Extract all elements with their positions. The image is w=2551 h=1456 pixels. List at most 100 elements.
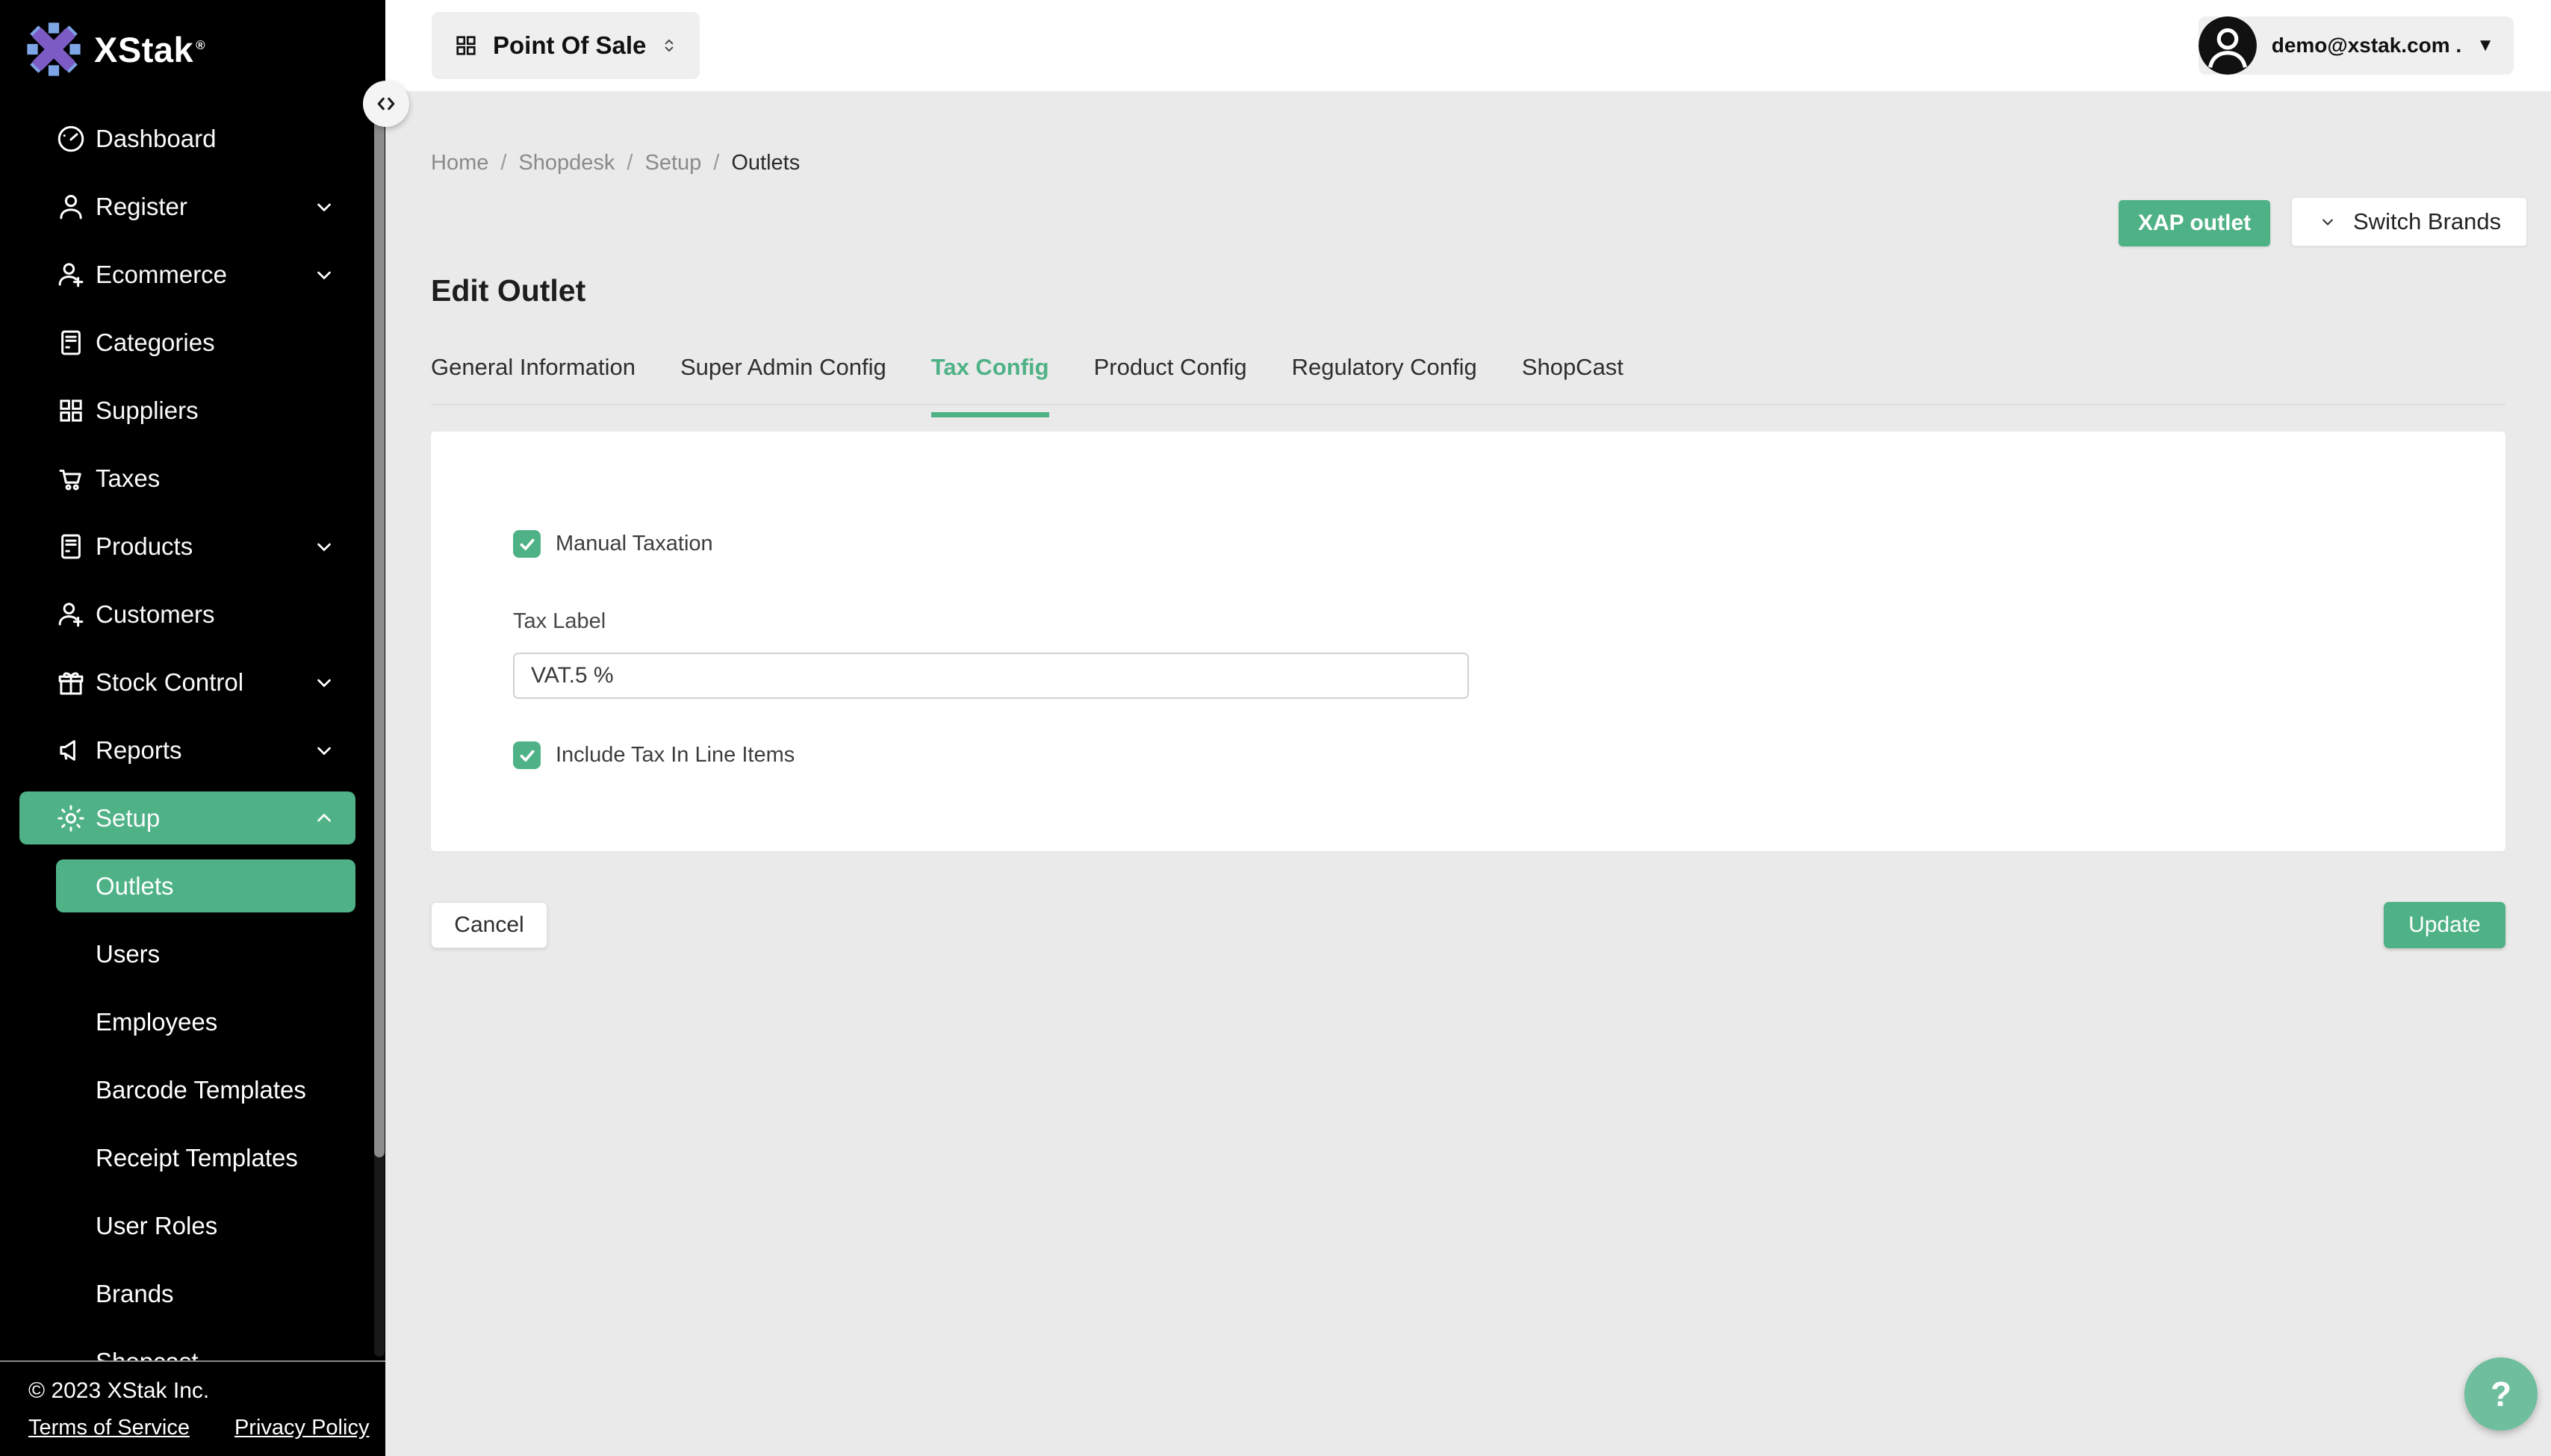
registered-mark: ® — [196, 38, 205, 52]
sidebar-item-dashboard[interactable]: Dashboard — [0, 105, 385, 172]
sidebar-item-categories[interactable]: Categories — [0, 308, 385, 376]
edit-outlet-page: { "colors": { "accent_green": "#4FB286",… — [0, 0, 2551, 1456]
breadcrumb-current-outlets: Outlets — [731, 151, 800, 175]
include-tax-label: Include Tax In Line Items — [556, 743, 795, 768]
sidebar-item-employees[interactable]: Employees — [0, 988, 385, 1056]
help-button[interactable]: ? — [2464, 1357, 2538, 1431]
sidebar-item-outlets[interactable]: Outlets — [0, 852, 385, 920]
sidebar-item-reports[interactable]: Reports — [0, 716, 385, 784]
tab-regulatory-config[interactable]: Regulatory Config — [1292, 354, 1477, 417]
sidebar-item-brands[interactable]: Brands — [0, 1260, 385, 1328]
sidebar: XStak® Dashboard Register Ecommerce — [0, 0, 385, 1456]
app-switcher-button[interactable]: Point Of Sale — [432, 12, 700, 79]
manual-taxation-label: Manual Taxation — [556, 532, 713, 556]
breadcrumb-home[interactable]: Home — [431, 151, 488, 175]
privacy-policy-link[interactable]: Privacy Policy — [234, 1416, 370, 1440]
brand-logo[interactable]: XStak® — [25, 21, 205, 78]
sidebar-item-label: Ecommerce — [96, 261, 227, 289]
page-title: Edit Outlet — [431, 273, 585, 308]
breadcrumb: Home / Shopdesk / Setup / Outlets — [431, 151, 800, 175]
tab-product-config[interactable]: Product Config — [1094, 354, 1247, 417]
sidebar-item-register[interactable]: Register — [0, 172, 385, 240]
user-icon — [55, 191, 87, 223]
sidebar-item-label: Dashboard — [96, 125, 216, 153]
tab-tax-config[interactable]: Tax Config — [931, 354, 1049, 417]
chevron-up-icon — [311, 805, 338, 832]
caret-down-icon: ▼ — [2476, 35, 2494, 56]
outlet-status-badge: XAP outlet — [2119, 200, 2270, 246]
breadcrumb-separator: / — [500, 151, 506, 175]
user-plus-icon — [55, 259, 87, 290]
checkmark-icon — [518, 746, 537, 765]
cancel-button[interactable]: Cancel — [431, 902, 547, 948]
breadcrumb-separator: / — [627, 151, 633, 175]
tab-bar-divider — [431, 404, 2505, 405]
tab-shopcast[interactable]: ShopCast — [1522, 354, 1623, 417]
sidebar-item-label: Categories — [96, 329, 215, 357]
sidebar-subitem-label: Receipt Templates — [96, 1144, 298, 1172]
sidebar-nav: Dashboard Register Ecommerce Categories — [0, 105, 385, 1396]
sidebar-item-label: Taxes — [96, 464, 160, 493]
sidebar-item-label: Customers — [96, 600, 215, 629]
chevron-down-icon — [311, 737, 338, 764]
sidebar-item-label: Reports — [96, 736, 182, 765]
sidebar-item-products[interactable]: Products — [0, 512, 385, 580]
switch-brands-button[interactable]: Switch Brands — [2291, 197, 2527, 246]
chevron-down-icon — [311, 669, 338, 696]
breadcrumb-separator: / — [713, 151, 719, 175]
update-button[interactable]: Update — [2384, 902, 2505, 948]
sidebar-item-taxes[interactable]: Taxes — [0, 444, 385, 512]
sidebar-item-label: Stock Control — [96, 668, 243, 697]
tax-config-panel: Manual Taxation Tax Label Include Tax In… — [431, 432, 2505, 851]
manual-taxation-checkbox[interactable] — [513, 530, 541, 558]
sidebar-subitem-label: Brands — [96, 1280, 174, 1308]
gift-icon — [55, 667, 87, 698]
include-tax-checkbox[interactable] — [513, 741, 541, 769]
chevron-down-icon — [2317, 211, 2338, 232]
xstak-logo-icon — [25, 21, 82, 78]
tax-label-input[interactable] — [513, 653, 1469, 699]
terms-of-service-link[interactable]: Terms of Service — [28, 1416, 190, 1440]
sidebar-item-ecommerce[interactable]: Ecommerce — [0, 240, 385, 308]
megaphone-icon — [55, 735, 87, 766]
cart-icon — [55, 463, 87, 494]
sidebar-item-label: Setup — [96, 804, 160, 833]
dashboard-icon — [55, 123, 87, 155]
switch-brands-label: Switch Brands — [2353, 208, 2501, 235]
user-plus-icon — [55, 599, 87, 630]
list-box-icon — [55, 531, 87, 562]
sidebar-collapse-toggle[interactable] — [363, 81, 409, 127]
chevron-down-icon — [311, 533, 338, 560]
sidebar-item-label: Products — [96, 532, 193, 561]
sidebar-item-customers[interactable]: Customers — [0, 580, 385, 648]
tab-super-admin-config[interactable]: Super Admin Config — [680, 354, 886, 417]
sidebar-footer: © 2023 XStak Inc. Terms of Service Priva… — [0, 1360, 385, 1456]
sidebar-item-barcode-templates[interactable]: Barcode Templates — [0, 1056, 385, 1124]
sidebar-item-stock-control[interactable]: Stock Control — [0, 648, 385, 716]
footer-links: Terms of Service Privacy Policy — [28, 1416, 369, 1440]
collapse-arrows-icon — [373, 90, 400, 117]
sidebar-item-setup[interactable]: Setup — [0, 784, 385, 852]
sidebar-item-receipt-templates[interactable]: Receipt Templates — [0, 1124, 385, 1192]
gear-icon — [55, 803, 87, 834]
sidebar-item-user-roles[interactable]: User Roles — [0, 1192, 385, 1260]
sidebar-item-suppliers[interactable]: Suppliers — [0, 376, 385, 444]
sidebar-subitem-label: Barcode Templates — [96, 1076, 306, 1104]
include-tax-row: Include Tax In Line Items — [513, 741, 795, 769]
user-email: demo@xstak.com . — [2272, 34, 2462, 57]
sidebar-subitem-label: Employees — [96, 1008, 217, 1036]
sidebar-scrollbar-thumb[interactable] — [374, 97, 385, 1157]
sidebar-item-users[interactable]: Users — [0, 920, 385, 988]
chevron-down-icon — [311, 193, 338, 220]
sidebar-subitem-label: Outlets — [96, 872, 174, 900]
tab-bar: General Information Super Admin Config T… — [431, 354, 1623, 417]
breadcrumb-shopdesk[interactable]: Shopdesk — [518, 151, 615, 175]
main-content: Home / Shopdesk / Setup / Outlets XAP ou… — [385, 91, 2551, 1456]
sidebar-item-label: Register — [96, 193, 187, 221]
user-menu-button[interactable]: demo@xstak.com . ▼ — [2199, 16, 2514, 75]
list-box-icon — [55, 327, 87, 358]
breadcrumb-setup[interactable]: Setup — [644, 151, 701, 175]
manual-taxation-row: Manual Taxation — [513, 530, 713, 558]
chevron-down-icon — [311, 261, 338, 288]
tab-general-information[interactable]: General Information — [431, 354, 636, 417]
